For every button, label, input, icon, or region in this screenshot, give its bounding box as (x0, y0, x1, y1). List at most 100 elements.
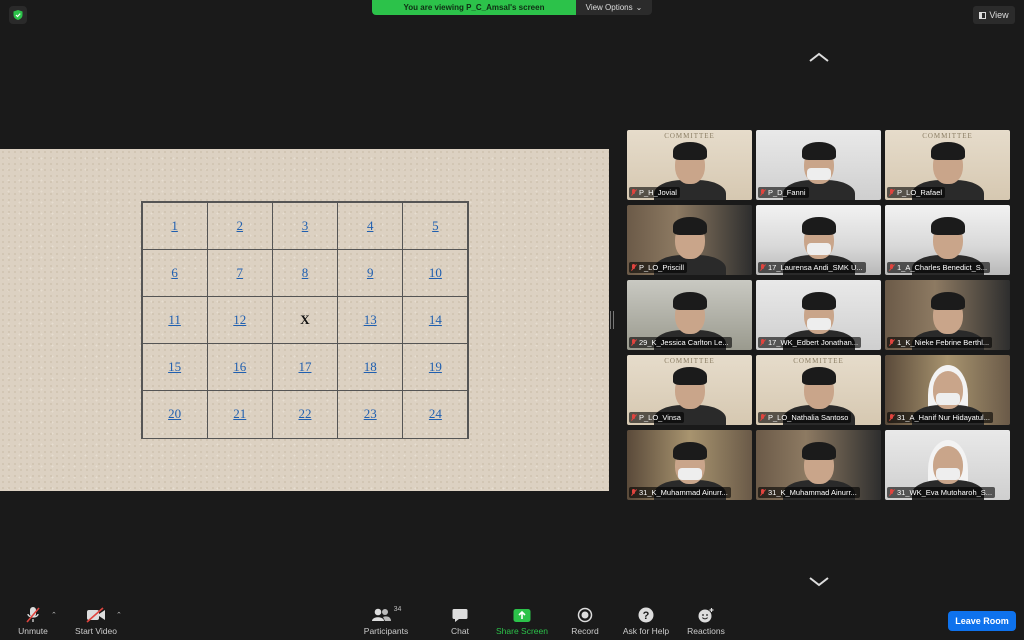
chevron-up-icon[interactable] (808, 51, 830, 63)
participant-hair (801, 292, 836, 310)
chevron-down-icon[interactable] (808, 576, 830, 588)
participant-name: 17_WK_Edbert Jonathan... (768, 338, 859, 347)
grid-cell: 10 (402, 248, 469, 297)
grid-cell: 13 (337, 295, 404, 345)
participant-tile[interactable]: 17_WK_Edbert Jonathan... (756, 280, 881, 350)
ask-for-help-button[interactable]: ? Ask for Help (620, 606, 672, 636)
grid-cell: 5 (402, 201, 469, 250)
participant-name: 31_A_Hanif Nur Hidayatul... (897, 413, 990, 422)
muted-microphone-icon (889, 489, 894, 496)
participant-tile[interactable]: P_LO_Priscill (627, 205, 752, 275)
participant-tile[interactable]: 31_K_Muhammad Ainurr... (627, 430, 752, 500)
muted-microphone-icon (631, 489, 636, 496)
audio-options-chevron-icon[interactable]: ⌃ (51, 611, 57, 619)
unmute-label: Unmute (18, 626, 48, 636)
grid-cell: 2 (206, 201, 273, 250)
participant-tile[interactable]: 31_WK_Eva Mutoharoh_S... (885, 430, 1010, 500)
share-screen-button[interactable]: Share Screen (494, 606, 550, 636)
grid-cell: 14 (402, 295, 469, 345)
reactions-label: Reactions (687, 626, 725, 636)
unmute-button[interactable]: Unmute (16, 606, 50, 636)
security-shield-icon[interactable] (9, 6, 27, 24)
start-video-button[interactable]: Start Video (72, 606, 120, 636)
participant-name: P_LO_Rafael (897, 188, 943, 197)
video-options-chevron-icon[interactable]: ⌃ (116, 611, 122, 619)
participant-tile[interactable]: COMMITTEE P_LO_Rafael (885, 130, 1010, 200)
svg-text:?: ? (643, 610, 650, 622)
muted-microphone-icon (760, 339, 765, 346)
participant-hair (930, 217, 965, 235)
muted-microphone-icon (889, 189, 894, 196)
face-mask (935, 393, 960, 405)
participant-tile[interactable]: 17_Laurensa Andi_SMK U... (756, 205, 881, 275)
grid-cell: 9 (337, 248, 404, 297)
split-divider-handle[interactable] (610, 311, 614, 329)
grid-cell: 6 (141, 248, 208, 297)
view-options-button[interactable]: View Options ⌄ (576, 0, 652, 15)
participant-hair (672, 367, 707, 385)
participant-tile[interactable]: P_D_Fanni (756, 130, 881, 200)
participant-tile[interactable]: COMMITTEE P_H_Jovial (627, 130, 752, 200)
participant-tile[interactable]: 29_K_Jessica Carlton Le... (627, 280, 752, 350)
participant-name-label: 1_A_Charles Benedict_S... (887, 262, 991, 273)
participant-name-label: 29_K_Jessica Carlton Le... (629, 337, 732, 348)
participant-name-label: 31_WK_Eva Mutoharoh_S... (887, 487, 996, 498)
participant-name: 1_A_Charles Benedict_S... (897, 263, 988, 272)
participant-hair (672, 442, 707, 460)
record-label: Record (571, 626, 599, 636)
participant-tile[interactable]: COMMITTEE P_LO_Vinsa (627, 355, 752, 425)
participant-name-label: 17_WK_Edbert Jonathan... (758, 337, 862, 348)
record-button[interactable]: Record (570, 606, 600, 636)
participants-icon: 34 (371, 606, 402, 624)
start-video-label: Start Video (75, 626, 117, 636)
grid-cell: 23 (337, 390, 404, 439)
view-button[interactable]: View (973, 6, 1015, 24)
face-mask (935, 468, 960, 480)
smiley-plus-icon (697, 606, 715, 624)
participants-count: 34 (393, 606, 402, 613)
grid-cell: 1 (141, 201, 208, 250)
grid-cell: 7 (206, 248, 273, 297)
participant-name: 17_Laurensa Andi_SMK U... (768, 263, 863, 272)
participant-name-label: 17_Laurensa Andi_SMK U... (758, 262, 866, 273)
meeting-window: You are viewing P_C_Amsal's screen View … (0, 0, 1024, 640)
ask-for-help-label: Ask for Help (622, 626, 670, 636)
grid-cell: 19 (402, 343, 469, 392)
participant-name: 31_K_Muhammad Ainurr... (639, 488, 728, 497)
leave-room-button[interactable]: Leave Room (948, 611, 1016, 631)
participant-name: 31_WK_Eva Mutoharoh_S... (897, 488, 993, 497)
participant-hair (672, 292, 707, 310)
participant-name-label: P_LO_Vinsa (629, 412, 684, 423)
grid-cell: 12 (206, 295, 273, 345)
share-screen-icon (513, 606, 531, 624)
chevron-down-icon: ⌄ (635, 3, 643, 12)
muted-microphone-icon (760, 264, 765, 271)
chat-bubble-icon (452, 606, 468, 624)
participant-tile[interactable]: 1_A_Charles Benedict_S... (885, 205, 1010, 275)
chat-button[interactable]: Chat (447, 606, 473, 636)
participant-name-label: 31_K_Muhammad Ainurr... (629, 487, 731, 498)
grid-cell: 24 (402, 390, 469, 439)
committee-watermark: COMMITTEE (793, 357, 844, 365)
grid-cell: 8 (271, 248, 339, 297)
participants-button[interactable]: 34 Participants (360, 606, 412, 636)
grid-cell: 15 (141, 343, 208, 392)
layout-icon (979, 11, 987, 19)
muted-microphone-icon (25, 606, 41, 624)
participant-name: P_LO_Vinsa (639, 413, 681, 422)
viewing-screen-label: You are viewing P_C_Amsal's screen (372, 0, 576, 15)
participant-name: 29_K_Jessica Carlton Le... (639, 338, 729, 347)
muted-microphone-icon (631, 414, 636, 421)
participant-tile[interactable]: COMMITTEE P_LO_Nathalia Santoso (756, 355, 881, 425)
participant-tile[interactable]: 1_K_Nieke Febrine Berthl... (885, 280, 1010, 350)
reactions-button[interactable]: Reactions (684, 606, 728, 636)
video-off-icon (85, 606, 107, 624)
participant-name: 31_K_Muhammad Ainurr... (768, 488, 857, 497)
face-mask (677, 468, 702, 480)
committee-watermark: COMMITTEE (922, 132, 973, 140)
participant-tile[interactable]: 31_K_Muhammad Ainurr... (756, 430, 881, 500)
participant-hair (672, 217, 707, 235)
muted-microphone-icon (889, 414, 894, 421)
participant-tile[interactable]: 31_A_Hanif Nur Hidayatul... (885, 355, 1010, 425)
participant-hair (801, 142, 836, 160)
